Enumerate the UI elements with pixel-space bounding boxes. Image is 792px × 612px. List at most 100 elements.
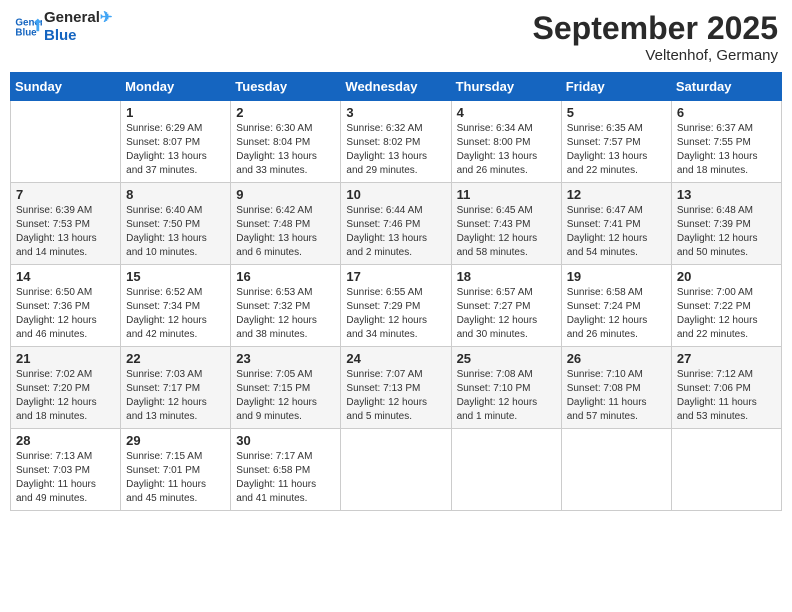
logo-text: General✈ [44,10,112,27]
calendar-cell [11,101,121,183]
calendar-header-row: SundayMondayTuesdayWednesdayThursdayFrid… [11,73,782,101]
month-title-block: September 2025 Veltenhof, Germany [533,10,778,64]
day-number: 27 [677,351,776,366]
calendar-week-row: 21 Sunrise: 7:02 AM Sunset: 7:20 PM Dayli… [11,347,782,429]
day-number: 12 [567,187,666,202]
day-info: Sunrise: 6:37 AM Sunset: 7:55 PM Dayligh… [677,122,776,178]
day-number: 2 [236,105,335,120]
day-number: 21 [16,351,115,366]
col-header-thursday: Thursday [451,73,561,101]
calendar-cell: 16 Sunrise: 6:53 AM Sunset: 7:32 PM Dayli… [231,265,341,347]
calendar-week-row: 7 Sunrise: 6:39 AM Sunset: 7:53 PM Daylig… [11,183,782,265]
calendar-cell: 3 Sunrise: 6:32 AM Sunset: 8:02 PM Daylig… [341,101,451,183]
calendar-cell: 7 Sunrise: 6:39 AM Sunset: 7:53 PM Daylig… [11,183,121,265]
calendar-cell: 26Sunrise: 7:10 AM Sunset: 7:08 PM Dayli… [561,347,671,429]
day-number: 26 [567,351,666,366]
day-info: Sunrise: 7:02 AM Sunset: 7:20 PM Dayligh… [16,368,115,424]
col-header-saturday: Saturday [671,73,781,101]
day-number: 5 [567,105,666,120]
day-info: Sunrise: 6:44 AM Sunset: 7:46 PM Dayligh… [346,204,445,260]
day-info: Sunrise: 7:03 AM Sunset: 7:17 PM Dayligh… [126,368,225,424]
day-info: Sunrise: 7:12 AM Sunset: 7:06 PM Dayligh… [677,368,776,424]
col-header-friday: Friday [561,73,671,101]
col-header-monday: Monday [121,73,231,101]
calendar-cell: 20Sunrise: 7:00 AM Sunset: 7:22 PM Dayli… [671,265,781,347]
day-info: Sunrise: 6:45 AM Sunset: 7:43 PM Dayligh… [457,204,556,260]
logo-blue: Blue [44,27,112,44]
day-info: Sunrise: 6:29 AM Sunset: 8:07 PM Dayligh… [126,122,225,178]
calendar-cell [671,429,781,511]
day-info: Sunrise: 6:48 AM Sunset: 7:39 PM Dayligh… [677,204,776,260]
calendar-week-row: 14 Sunrise: 6:50 AM Sunset: 7:36 PM Dayli… [11,265,782,347]
day-number: 16 [236,269,335,284]
day-info: Sunrise: 6:42 AM Sunset: 7:48 PM Dayligh… [236,204,335,260]
day-info: Sunrise: 7:13 AM Sunset: 7:03 PM Dayligh… [16,450,115,506]
day-number: 22 [126,351,225,366]
calendar-cell: 4 Sunrise: 6:34 AM Sunset: 8:00 PM Daylig… [451,101,561,183]
day-number: 8 [126,187,225,202]
calendar-cell: 19 Sunrise: 6:58 AM Sunset: 7:24 PM Dayli… [561,265,671,347]
calendar-cell: 25 Sunrise: 7:08 AM Sunset: 7:10 PM Dayli… [451,347,561,429]
day-info: Sunrise: 6:50 AM Sunset: 7:36 PM Dayligh… [16,286,115,342]
location-title: Veltenhof, Germany [533,47,778,64]
day-number: 17 [346,269,445,284]
calendar-cell: 17 Sunrise: 6:55 AM Sunset: 7:29 PM Dayli… [341,265,451,347]
calendar-week-row: 1Sunrise: 6:29 AM Sunset: 8:07 PM Daylig… [11,101,782,183]
col-header-sunday: Sunday [11,73,121,101]
day-info: Sunrise: 6:39 AM Sunset: 7:53 PM Dayligh… [16,204,115,260]
logo: General Blue General✈ Blue [14,10,112,44]
calendar-cell: 18Sunrise: 6:57 AM Sunset: 7:27 PM Dayli… [451,265,561,347]
day-info: Sunrise: 6:52 AM Sunset: 7:34 PM Dayligh… [126,286,225,342]
day-info: Sunrise: 6:57 AM Sunset: 7:27 PM Dayligh… [457,286,556,342]
day-number: 7 [16,187,115,202]
calendar-cell: 23 Sunrise: 7:05 AM Sunset: 7:15 PM Dayli… [231,347,341,429]
day-number: 10 [346,187,445,202]
day-number: 13 [677,187,776,202]
calendar-cell: 1Sunrise: 6:29 AM Sunset: 8:07 PM Daylig… [121,101,231,183]
calendar-week-row: 28Sunrise: 7:13 AM Sunset: 7:03 PM Dayli… [11,429,782,511]
day-number: 30 [236,433,335,448]
calendar-cell: 10 Sunrise: 6:44 AM Sunset: 7:46 PM Dayli… [341,183,451,265]
calendar-cell: 15 Sunrise: 6:52 AM Sunset: 7:34 PM Dayli… [121,265,231,347]
day-number: 19 [567,269,666,284]
day-info: Sunrise: 6:32 AM Sunset: 8:02 PM Dayligh… [346,122,445,178]
calendar-cell: 29Sunrise: 7:15 AM Sunset: 7:01 PM Dayli… [121,429,231,511]
day-info: Sunrise: 6:55 AM Sunset: 7:29 PM Dayligh… [346,286,445,342]
calendar-cell: 13 Sunrise: 6:48 AM Sunset: 7:39 PM Dayli… [671,183,781,265]
day-info: Sunrise: 6:34 AM Sunset: 8:00 PM Dayligh… [457,122,556,178]
calendar-cell [451,429,561,511]
col-header-tuesday: Tuesday [231,73,341,101]
calendar-cell: 11Sunrise: 6:45 AM Sunset: 7:43 PM Dayli… [451,183,561,265]
calendar-cell: 14 Sunrise: 6:50 AM Sunset: 7:36 PM Dayli… [11,265,121,347]
day-number: 6 [677,105,776,120]
day-number: 23 [236,351,335,366]
day-number: 25 [457,351,556,366]
day-info: Sunrise: 7:17 AM Sunset: 6:58 PM Dayligh… [236,450,335,506]
day-info: Sunrise: 7:05 AM Sunset: 7:15 PM Dayligh… [236,368,335,424]
calendar-cell [341,429,451,511]
calendar-cell: 5 Sunrise: 6:35 AM Sunset: 7:57 PM Daylig… [561,101,671,183]
day-number: 14 [16,269,115,284]
day-number: 9 [236,187,335,202]
day-info: Sunrise: 7:07 AM Sunset: 7:13 PM Dayligh… [346,368,445,424]
day-number: 3 [346,105,445,120]
calendar-cell: 30 Sunrise: 7:17 AM Sunset: 6:58 PM Dayli… [231,429,341,511]
calendar-table: SundayMondayTuesdayWednesdayThursdayFrid… [10,72,782,511]
page-header: General Blue General✈ Blue September 202… [10,10,782,64]
day-info: Sunrise: 6:35 AM Sunset: 7:57 PM Dayligh… [567,122,666,178]
calendar-cell: 28Sunrise: 7:13 AM Sunset: 7:03 PM Dayli… [11,429,121,511]
calendar-cell: 21 Sunrise: 7:02 AM Sunset: 7:20 PM Dayli… [11,347,121,429]
calendar-cell [561,429,671,511]
svg-text:Blue: Blue [15,27,37,38]
day-number: 4 [457,105,556,120]
month-title: September 2025 [533,10,778,47]
calendar-cell: 24 Sunrise: 7:07 AM Sunset: 7:13 PM Dayli… [341,347,451,429]
calendar-cell: 8Sunrise: 6:40 AM Sunset: 7:50 PM Daylig… [121,183,231,265]
day-info: Sunrise: 6:53 AM Sunset: 7:32 PM Dayligh… [236,286,335,342]
day-number: 15 [126,269,225,284]
day-info: Sunrise: 6:58 AM Sunset: 7:24 PM Dayligh… [567,286,666,342]
day-info: Sunrise: 7:08 AM Sunset: 7:10 PM Dayligh… [457,368,556,424]
day-number: 24 [346,351,445,366]
day-number: 20 [677,269,776,284]
day-number: 29 [126,433,225,448]
